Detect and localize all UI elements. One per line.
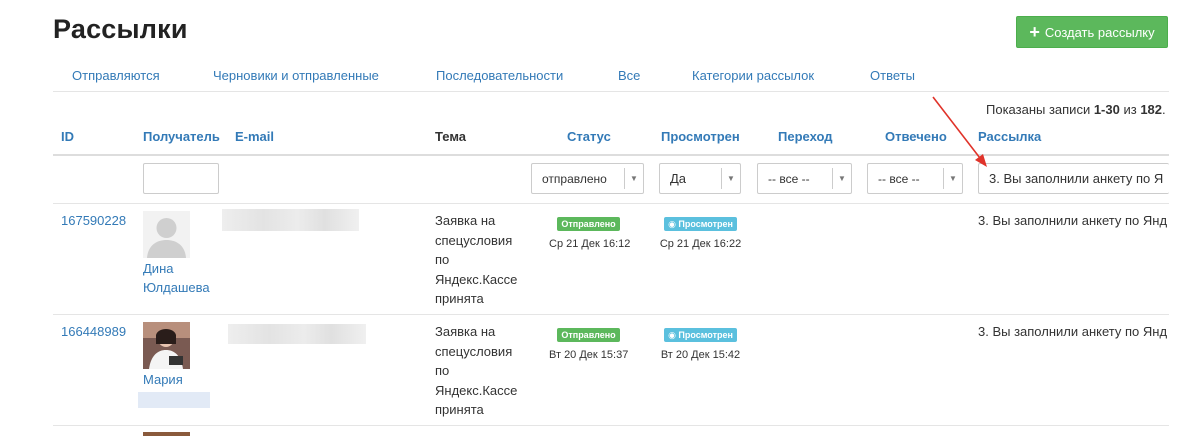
column-header-status[interactable]: Статус — [567, 129, 611, 144]
recipient-filter-input[interactable] — [143, 163, 219, 194]
status-date: Вт 20 Дек 15:37 — [549, 349, 629, 361]
eye-icon: ◉ — [668, 219, 679, 229]
create-mailing-button[interactable]: + Создать рассылку — [1016, 16, 1168, 48]
page-title: Рассылки — [53, 14, 188, 44]
status-badge: Отправлено — [557, 217, 620, 231]
status-badge: Отправлено — [557, 328, 620, 342]
viewed-badge: ◉ Просмотрен — [664, 328, 737, 342]
tab-replies[interactable]: Ответы — [870, 68, 915, 83]
user-silhouette-icon — [143, 211, 190, 258]
tab-sending[interactable]: Отправляются — [72, 68, 160, 83]
table-row: 167590228 Дина Юлдашева Заявка на спецус… — [0, 204, 1199, 314]
campaign-cell: 3. Вы заполнили анкету по Янд — [978, 324, 1168, 339]
tab-sequences[interactable]: Последовательности — [436, 68, 563, 83]
recipient-name-link[interactable]: Дина Юлдашева — [143, 259, 210, 297]
column-header-recipient[interactable]: Получатель — [143, 129, 220, 144]
viewed-date: Ср 21 Дек 16:22 — [659, 238, 742, 250]
tab-drafts-and-sent[interactable]: Черновики и отправленные — [213, 68, 379, 83]
subject-cell: Заявка на спецусловия по Яндекс.Кассе пр… — [435, 213, 518, 306]
campaign-filter-select[interactable]: 3. Вы заполнили анкету по Я — [978, 163, 1169, 194]
viewed-cell: ◉ Просмотрен Вт 20 Дек 15:42 — [659, 325, 742, 361]
clicked-filter-select[interactable]: -- все -- ▼ — [757, 163, 852, 194]
user-photo-avatar — [143, 322, 190, 369]
column-header-viewed[interactable]: Просмотрен — [661, 129, 740, 144]
email-redacted — [228, 324, 366, 344]
plus-icon: + — [1029, 22, 1040, 42]
viewed-date: Вт 20 Дек 15:42 — [660, 349, 741, 361]
column-header-subject: Тема — [435, 129, 467, 144]
caret-down-icon: ▼ — [624, 168, 643, 189]
email-redacted — [222, 209, 359, 231]
recipient-name-link[interactable]: Мария — [143, 370, 183, 389]
recipient-surname-redacted — [138, 392, 210, 408]
eye-icon: ◉ — [668, 330, 679, 340]
row-divider — [53, 425, 1169, 426]
caret-down-icon: ▼ — [721, 168, 740, 189]
tab-all[interactable]: Все — [618, 68, 640, 83]
header-divider — [53, 154, 1169, 156]
viewed-filter-select[interactable]: Да ▼ — [659, 163, 741, 194]
status-filter-select[interactable]: отправлено ▼ — [531, 163, 644, 194]
column-header-id[interactable]: ID — [61, 129, 74, 144]
viewed-badge: ◉ Просмотрен — [664, 217, 737, 231]
viewed-cell: ◉ Просмотрен Ср 21 Дек 16:22 — [659, 214, 742, 250]
column-header-email[interactable]: E-mail — [235, 129, 274, 144]
records-summary: Показаны записи 1-30 из 182. — [986, 102, 1166, 117]
campaign-cell: 3. Вы заполнили анкету по Янд — [978, 213, 1168, 228]
status-cell: Отправлено Вт 20 Дек 15:37 — [549, 325, 628, 361]
create-mailing-label: Создать рассылку — [1044, 24, 1155, 40]
red-arrow-icon — [932, 96, 987, 167]
status-date: Ср 21 Дек 16:12 — [549, 238, 631, 250]
next-row-avatar — [143, 432, 190, 436]
tabs-divider — [53, 91, 1169, 92]
row-id-link[interactable]: 166448989 — [61, 324, 126, 339]
caret-down-icon: ▼ — [832, 168, 851, 189]
tab-mailing-categories[interactable]: Категории рассылок — [692, 68, 814, 83]
status-cell: Отправлено Ср 21 Дек 16:12 — [549, 214, 631, 250]
row-id-link[interactable]: 167590228 — [61, 213, 126, 228]
table-row: 166448989 Мария Заявка на спецусловия по… — [0, 315, 1199, 425]
column-header-clicked[interactable]: Переход — [778, 129, 833, 144]
subject-cell: Заявка на спецусловия по Яндекс.Кассе пр… — [435, 324, 518, 417]
